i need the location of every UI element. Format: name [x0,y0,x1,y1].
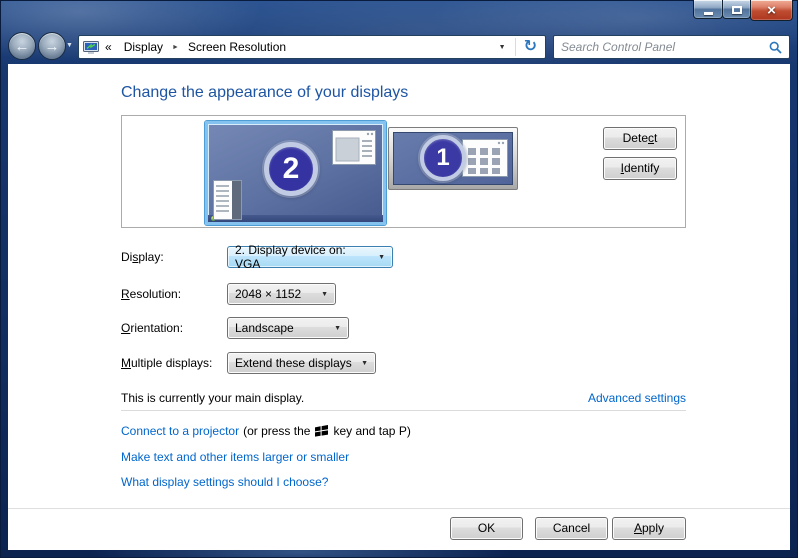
projector-text-pre: (or press the [243,424,310,438]
maximize-icon [732,6,742,14]
monitor-2-number: 2 [283,152,300,186]
window-thumbnail-icon [213,180,242,220]
display-label: Display: [121,250,164,264]
screen-resolution-window: × ← → ▼ « Display ► Screen Resolution ▼ … [0,0,798,558]
monitor-1-screen: 1 [393,132,513,185]
forward-button[interactable]: → [38,32,66,60]
breadcrumb-item-screen-resolution[interactable]: Screen Resolution [180,40,294,54]
windows-key-icon [315,425,328,437]
advanced-settings-link[interactable]: Advanced settings [588,391,686,405]
apply-button[interactable]: Apply [612,517,686,540]
breadcrumb-item-display[interactable]: Display [116,40,171,54]
monitor-1-number-badge: 1 [420,135,466,181]
display-settings-help-link[interactable]: What display settings should I choose? [121,475,328,489]
connect-projector-link[interactable]: Connect to a projector [121,424,239,438]
window-thumbnail-icon [332,130,376,165]
projector-row: Connect to a projector (or press the key… [121,424,411,438]
search-box[interactable] [553,35,790,59]
orientation-dropdown-value: Landscape [235,321,294,335]
refresh-button[interactable]: ↻ [516,37,545,57]
close-icon: × [767,2,776,19]
resolution-dropdown-value: 2048 × 1152 [235,287,301,301]
monitor-1-number: 1 [436,144,449,172]
breadcrumb-separator-icon[interactable]: ► [171,44,180,51]
minimize-button[interactable] [693,0,723,19]
back-button[interactable]: ← [8,32,36,60]
multiple-displays-label: Multiple displays: [121,356,212,370]
back-icon: ← [15,38,30,55]
search-icon[interactable] [769,41,782,54]
maximize-button[interactable] [722,0,751,19]
recent-pages-button[interactable]: ▼ [66,42,73,49]
chevron-down-icon: ▼ [370,254,385,261]
display-dropdown[interactable]: 2. Display device on: VGA ▼ [227,246,393,268]
page-title: Change the appearance of your displays [121,84,408,102]
search-input[interactable] [561,40,769,54]
breadcrumb-collapse[interactable]: « [99,40,116,54]
chevron-down-icon: ▼ [313,291,328,298]
footer-separator [8,508,790,509]
address-bar[interactable]: « Display ► Screen Resolution ▼ ↻ [78,35,546,59]
address-dropdown-button[interactable]: ▼ [490,44,515,51]
close-button[interactable]: × [750,0,793,21]
main-display-note: This is currently your main display. [121,391,304,405]
resolution-label: Resolution: [121,287,181,301]
cancel-button[interactable]: Cancel [535,517,608,540]
ok-button[interactable]: OK [450,517,523,540]
chevron-down-icon: ▼ [326,325,341,332]
text-size-link[interactable]: Make text and other items larger or smal… [121,450,349,464]
multiple-displays-dropdown[interactable]: Extend these displays ▼ [227,352,376,374]
chevron-down-icon: ▼ [66,42,73,49]
resolution-dropdown[interactable]: 2048 × 1152 ▼ [227,283,336,305]
separator [121,410,686,411]
projector-text-post: key and tap P) [333,424,410,438]
monitor-1-preview[interactable]: 1 [388,127,518,190]
forward-icon: → [45,38,60,55]
monitor-2-number-badge: 2 [264,142,318,196]
identify-button[interactable]: Identify [603,157,677,180]
detect-button[interactable]: Detect [603,127,677,150]
chevron-down-icon: ▼ [499,44,506,51]
multiple-displays-dropdown-value: Extend these displays [235,356,352,370]
window-thumbnail-icon [462,139,508,177]
monitor-2-preview[interactable]: 2 [205,121,386,225]
window-controls: × [693,0,793,21]
chevron-down-icon: ▼ [353,360,368,367]
display-dropdown-value: 2. Display device on: VGA [235,243,370,271]
minimize-icon [704,12,713,15]
orientation-dropdown[interactable]: Landscape ▼ [227,317,349,339]
orientation-label: Orientation: [121,321,183,335]
refresh-icon: ↻ [524,38,537,55]
display-page-icon [83,41,99,54]
